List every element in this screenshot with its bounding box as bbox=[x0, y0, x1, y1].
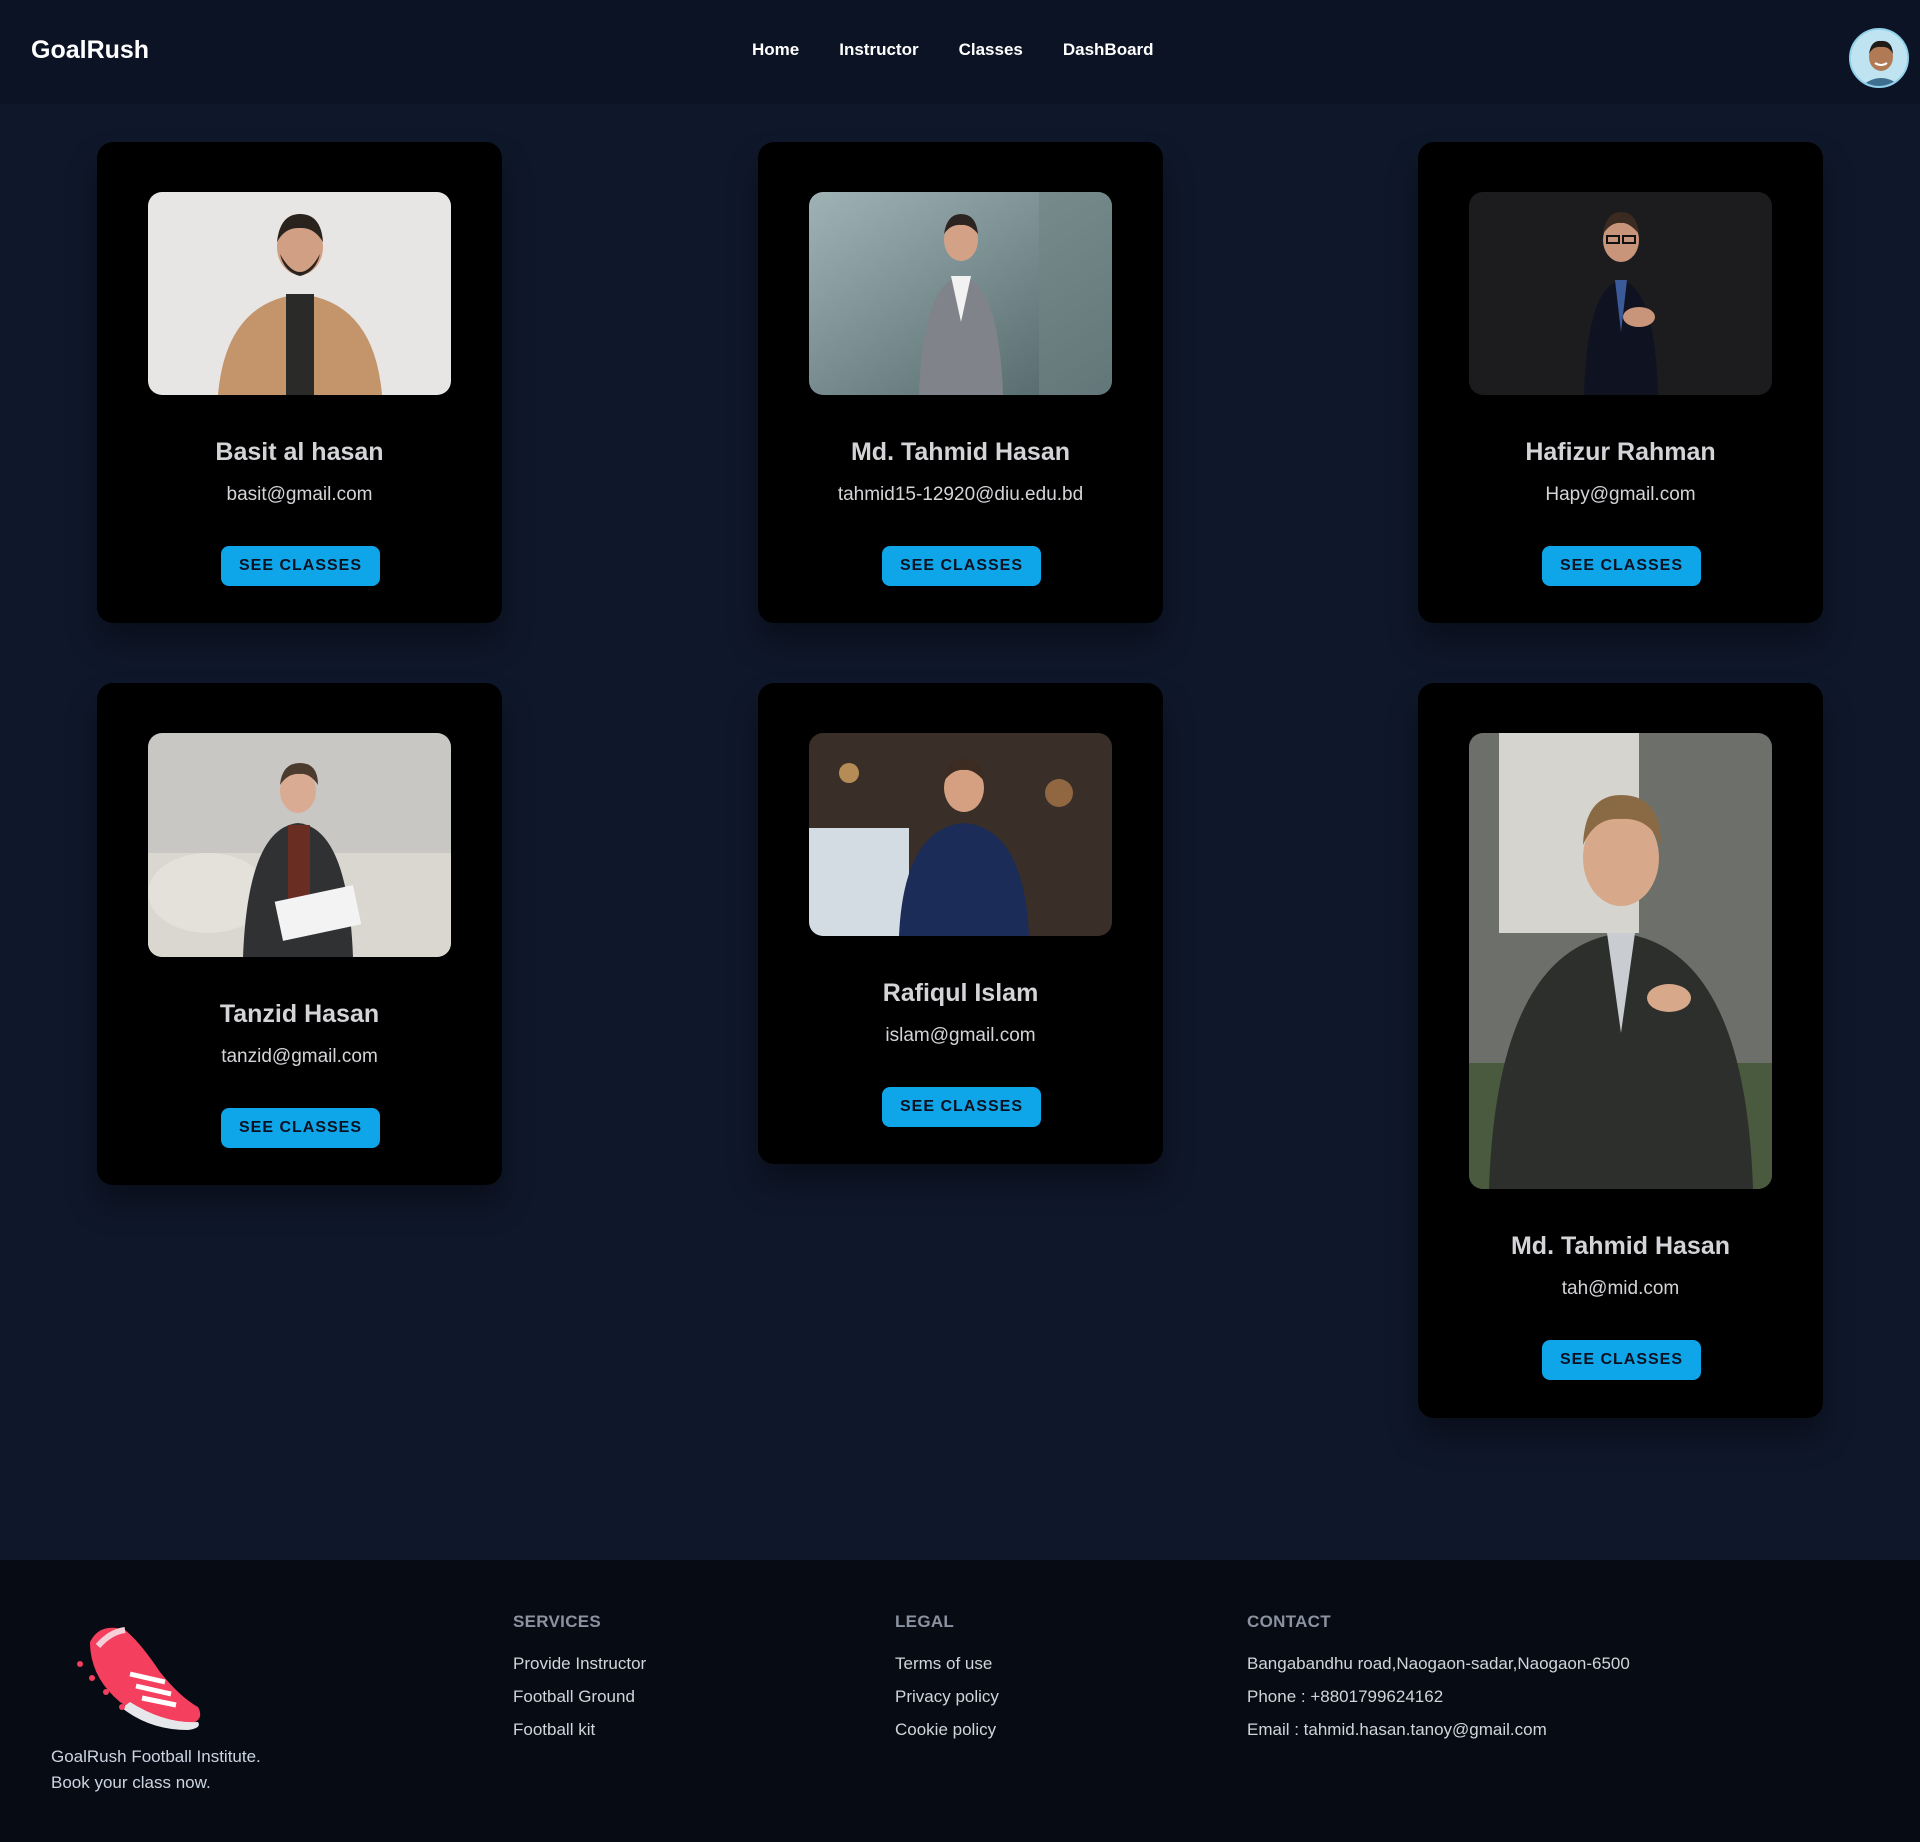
footer-about: GoalRush Football Institute. Book your c… bbox=[51, 1744, 261, 1796]
see-classes-button[interactable]: SEE CLASSES bbox=[882, 546, 1041, 586]
instructor-email: tanzid@gmail.com bbox=[221, 1046, 378, 1067]
footer-legal: LEGAL Terms of use Privacy policy Cookie… bbox=[895, 1612, 999, 1753]
footer-link-provide-instructor[interactable]: Provide Instructor bbox=[513, 1654, 646, 1674]
avatar-face-icon bbox=[1851, 30, 1907, 86]
instructor-photo bbox=[809, 733, 1112, 936]
instructor-card: Md. Tahmid Hasan tahmid15-12920@diu.edu.… bbox=[758, 142, 1163, 623]
footer-link-football-ground[interactable]: Football Ground bbox=[513, 1687, 646, 1707]
instructor-email: Hapy@gmail.com bbox=[1545, 484, 1696, 505]
instructor-name: Hafizur Rahman bbox=[1525, 438, 1716, 466]
instructor-email: islam@gmail.com bbox=[885, 1025, 1036, 1046]
footer-legal-title: LEGAL bbox=[895, 1612, 955, 1631]
site-footer: GoalRush Football Institute. Book your c… bbox=[0, 1560, 1920, 1842]
footer-link-privacy[interactable]: Privacy policy bbox=[895, 1687, 999, 1707]
instructor-name: Rafiqul Islam bbox=[882, 979, 1039, 1007]
see-classes-button[interactable]: SEE CLASSES bbox=[1542, 546, 1701, 586]
footer-services-title: SERVICES bbox=[513, 1612, 602, 1631]
footer-contact: CONTACT Bangabandhu road,Naogaon-sadar,N… bbox=[1247, 1612, 1630, 1753]
footer-about-line2: Book your class now. bbox=[51, 1773, 211, 1792]
football-boot-icon bbox=[70, 1612, 210, 1732]
instructor-name: Tanzid Hasan bbox=[219, 1000, 380, 1028]
footer-contact-title: CONTACT bbox=[1247, 1612, 1331, 1631]
see-classes-button[interactable]: SEE CLASSES bbox=[1542, 1340, 1701, 1380]
instructor-photo bbox=[148, 733, 451, 957]
footer-contact-address: Bangabandhu road,Naogaon-sadar,Naogaon-6… bbox=[1247, 1654, 1630, 1673]
see-classes-button[interactable]: SEE CLASSES bbox=[882, 1087, 1041, 1127]
instructor-email: tah@mid.com bbox=[1561, 1278, 1680, 1299]
instructors-section: Basit al hasan basit@gmail.com SEE CLASS… bbox=[0, 104, 1920, 1560]
footer-contact-email: Email : tahmid.hasan.tanoy@gmail.com bbox=[1247, 1720, 1547, 1739]
footer-link-cookie[interactable]: Cookie policy bbox=[895, 1720, 999, 1740]
nav-link-home[interactable]: Home bbox=[752, 40, 799, 60]
brand-logo-text[interactable]: GoalRush bbox=[31, 36, 149, 65]
nav-links: Home Instructor Classes DashBoard bbox=[752, 40, 1154, 60]
instructor-card: Md. Tahmid Hasan tah@mid.com SEE CLASSES bbox=[1418, 683, 1823, 1418]
instructor-photo bbox=[148, 192, 451, 395]
see-classes-button[interactable]: SEE CLASSES bbox=[221, 1108, 380, 1148]
instructor-card: Rafiqul Islam islam@gmail.com SEE CLASSE… bbox=[758, 683, 1163, 1164]
nav-link-instructor[interactable]: Instructor bbox=[839, 40, 918, 60]
nav-link-dashboard[interactable]: DashBoard bbox=[1063, 40, 1154, 60]
user-avatar[interactable] bbox=[1849, 28, 1909, 88]
instructor-name: Md. Tahmid Hasan bbox=[850, 438, 1070, 466]
instructor-card: Hafizur Rahman Hapy@gmail.com SEE CLASSE… bbox=[1418, 142, 1823, 623]
instructor-photo bbox=[1469, 733, 1772, 1189]
instructor-name: Md. Tahmid Hasan bbox=[1510, 1232, 1730, 1260]
top-navbar: GoalRush Home Instructor Classes DashBoa… bbox=[0, 0, 1920, 104]
see-classes-button[interactable]: SEE CLASSES bbox=[221, 546, 380, 586]
instructor-email: tahmid15-12920@diu.edu.bd bbox=[837, 484, 1084, 505]
footer-link-terms[interactable]: Terms of use bbox=[895, 1654, 999, 1674]
footer-services: SERVICES Provide Instructor Football Gro… bbox=[513, 1612, 646, 1753]
footer-about-line1: GoalRush Football Institute. bbox=[51, 1747, 261, 1766]
instructor-name: Basit al hasan bbox=[215, 438, 384, 466]
footer-link-football-kit[interactable]: Football kit bbox=[513, 1720, 646, 1740]
instructor-photo bbox=[809, 192, 1112, 395]
instructor-card: Tanzid Hasan tanzid@gmail.com SEE CLASSE… bbox=[97, 683, 502, 1185]
footer-contact-phone: Phone : +8801799624162 bbox=[1247, 1687, 1444, 1706]
nav-link-classes[interactable]: Classes bbox=[959, 40, 1023, 60]
instructor-photo bbox=[1469, 192, 1772, 395]
instructor-email: basit@gmail.com bbox=[226, 484, 373, 505]
instructor-card: Basit al hasan basit@gmail.com SEE CLASS… bbox=[97, 142, 502, 623]
